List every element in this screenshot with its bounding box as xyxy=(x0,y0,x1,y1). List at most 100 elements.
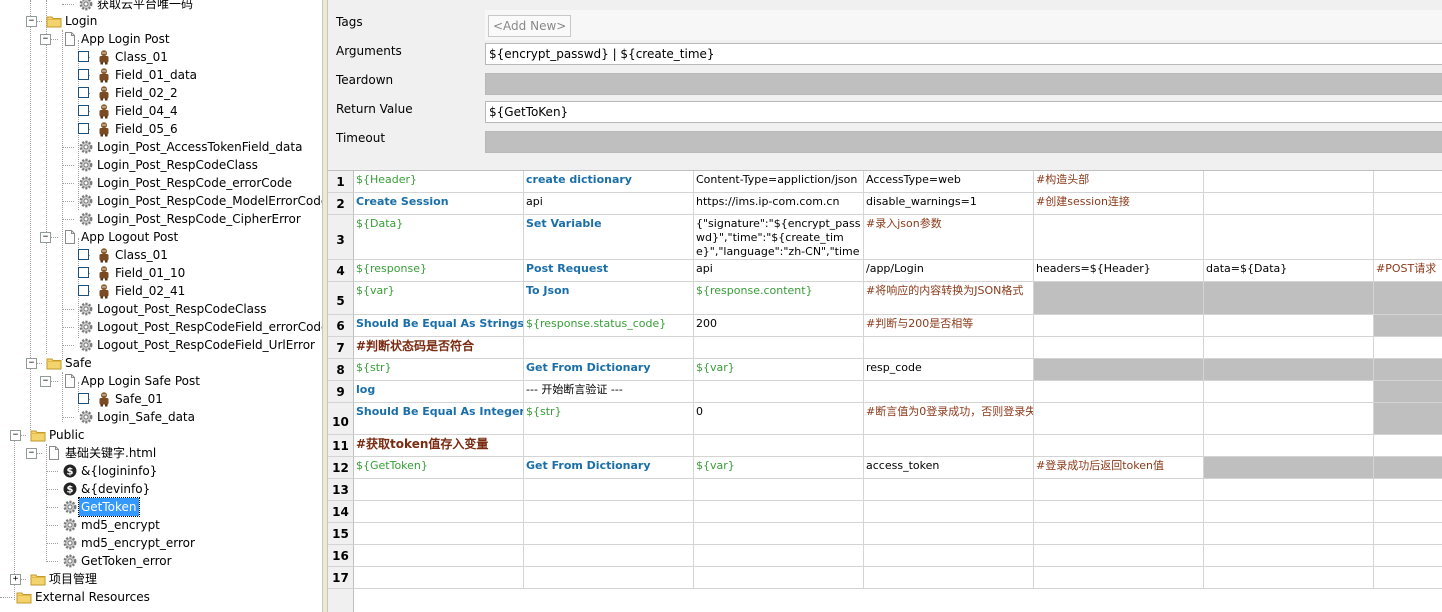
checkbox[interactable] xyxy=(78,285,89,296)
expand-icon[interactable]: + xyxy=(10,574,21,585)
grid-cell[interactable] xyxy=(864,381,1034,403)
grid-cell[interactable]: Should Be Equal As Integers xyxy=(354,403,524,435)
grid-cell[interactable]: Should Be Equal As Strings xyxy=(354,315,524,337)
grid-cell[interactable] xyxy=(1374,359,1442,381)
grid-cell[interactable] xyxy=(1374,567,1442,589)
tree-node[interactable]: Login_Post_RespCode_ModelErrorCode xyxy=(0,192,322,210)
grid-cell[interactable] xyxy=(354,479,524,501)
checkbox[interactable] xyxy=(78,123,89,134)
row-number[interactable]: 15 xyxy=(328,523,354,545)
grid-cell[interactable] xyxy=(1204,479,1374,501)
grid-cell[interactable] xyxy=(1204,171,1374,193)
grid-cell[interactable] xyxy=(1204,359,1374,381)
grid-cell[interactable]: #构造头部 xyxy=(1034,171,1204,193)
collapse-icon[interactable]: − xyxy=(40,34,51,45)
grid-cell[interactable]: #判断状态码是否符合 xyxy=(354,337,524,359)
tree-node[interactable]: md5_encrypt xyxy=(0,516,322,534)
collapse-icon[interactable]: − xyxy=(26,358,37,369)
row-number[interactable]: 14 xyxy=(328,501,354,523)
grid-cell[interactable] xyxy=(1034,215,1204,260)
grid-cell[interactable] xyxy=(1204,403,1374,435)
row-number[interactable]: 3 xyxy=(328,215,354,260)
grid-cell[interactable] xyxy=(694,567,864,589)
grid-cell[interactable] xyxy=(1034,523,1204,545)
add-tag-button[interactable]: <Add New> xyxy=(488,15,572,37)
grid-cell[interactable]: /app/Login xyxy=(864,260,1034,282)
grid-cell[interactable] xyxy=(354,545,524,567)
grid-cell[interactable] xyxy=(1204,315,1374,337)
grid-cell[interactable] xyxy=(1204,193,1374,215)
grid-cell[interactable]: headers=${Header} xyxy=(1034,260,1204,282)
grid-cell[interactable]: disable_warnings=1 xyxy=(864,193,1034,215)
tree-node[interactable]: Field_04_4 xyxy=(0,102,322,120)
row-number[interactable]: 16 xyxy=(328,545,354,567)
grid-cell[interactable]: #录入json参数 xyxy=(864,215,1034,260)
row-number[interactable]: 9 xyxy=(328,381,354,403)
row-number[interactable]: 7 xyxy=(328,337,354,359)
grid-cell[interactable] xyxy=(1034,479,1204,501)
grid-cell[interactable]: data=${Data} xyxy=(1204,260,1374,282)
grid-cell[interactable] xyxy=(694,501,864,523)
tree-node[interactable]: Logout_Post_RespCodeField_errorCode xyxy=(0,318,322,336)
tree-node[interactable]: $ &{devinfo} xyxy=(0,480,322,498)
tree-node[interactable]: Logout_Post_RespCodeClass xyxy=(0,300,322,318)
collapse-icon[interactable]: − xyxy=(26,448,37,459)
grid-cell[interactable] xyxy=(864,545,1034,567)
tree-node[interactable]: Class_01 xyxy=(0,48,322,66)
tree-node[interactable]: − App Login Post xyxy=(0,30,322,48)
grid-cell[interactable] xyxy=(524,501,694,523)
grid-cell[interactable] xyxy=(694,337,864,359)
row-number[interactable]: 4 xyxy=(328,260,354,282)
grid-cell[interactable] xyxy=(354,567,524,589)
grid-cell[interactable] xyxy=(524,523,694,545)
tree-node[interactable]: Field_05_6 xyxy=(0,120,322,138)
tree-node[interactable]: Field_01_data xyxy=(0,66,322,84)
grid-cell[interactable]: 0 xyxy=(694,403,864,435)
grid-cell[interactable] xyxy=(694,545,864,567)
grid-cell[interactable] xyxy=(1374,457,1442,479)
tree-node[interactable]: − 基础关键字.html xyxy=(0,444,322,462)
grid-cell[interactable]: #将响应的内容转换为JSON格式 xyxy=(864,282,1034,315)
tree-node[interactable]: GetToken xyxy=(0,497,322,517)
grid-cell[interactable] xyxy=(1034,282,1204,315)
grid-cell[interactable] xyxy=(864,567,1034,589)
grid-cell[interactable]: ${var} xyxy=(694,359,864,381)
tree-node[interactable]: Login_Post_AccessTokenField_data xyxy=(0,138,322,156)
grid-cell[interactable] xyxy=(354,501,524,523)
row-number[interactable]: 13 xyxy=(328,479,354,501)
checkbox[interactable] xyxy=(78,69,89,80)
row-number[interactable]: 12 xyxy=(328,457,354,479)
grid-cell[interactable] xyxy=(1034,501,1204,523)
row-number[interactable]: 17 xyxy=(328,567,354,589)
grid-cell[interactable] xyxy=(524,435,694,457)
tree-node[interactable]: − App Logout Post xyxy=(0,228,322,246)
grid-cell[interactable] xyxy=(1204,337,1374,359)
grid-cell[interactable]: ${response.status_code} xyxy=(524,315,694,337)
grid-cell[interactable]: resp_code xyxy=(864,359,1034,381)
grid-cell[interactable] xyxy=(864,501,1034,523)
grid-cell[interactable]: ${response} xyxy=(354,260,524,282)
grid-cell[interactable]: #登录成功后返回token值 xyxy=(1034,457,1204,479)
grid-cell[interactable] xyxy=(1204,215,1374,260)
grid-cell[interactable] xyxy=(864,523,1034,545)
tree-node[interactable]: Login_Post_RespCode_errorCode xyxy=(0,174,322,192)
grid-cell[interactable]: {"signature":"${encrypt_passwd}","time":… xyxy=(694,215,864,260)
grid-cell[interactable]: ${str} xyxy=(354,359,524,381)
keyword-step-grid[interactable]: 1 ${Header} create dictionary Content-Type=… xyxy=(328,170,1442,612)
grid-cell[interactable] xyxy=(524,479,694,501)
tree-node[interactable]: − App Login Safe Post xyxy=(0,372,322,390)
grid-cell[interactable]: ${GetToken} xyxy=(354,457,524,479)
checkbox[interactable] xyxy=(78,51,89,62)
grid-cell[interactable] xyxy=(694,479,864,501)
grid-cell[interactable] xyxy=(1034,435,1204,457)
grid-cell[interactable]: #创建session连接 xyxy=(1034,193,1204,215)
tree-node[interactable]: $ &{logininfo} xyxy=(0,462,322,480)
grid-cell[interactable] xyxy=(1374,171,1442,193)
grid-cell[interactable] xyxy=(354,523,524,545)
tree-node[interactable]: Safe_01 xyxy=(0,390,322,408)
tree-node[interactable]: External Resources xyxy=(0,588,322,606)
grid-cell[interactable] xyxy=(1374,523,1442,545)
row-number[interactable]: 2 xyxy=(328,193,354,215)
collapse-icon[interactable]: − xyxy=(40,376,51,387)
grid-cell[interactable]: create dictionary xyxy=(524,171,694,193)
